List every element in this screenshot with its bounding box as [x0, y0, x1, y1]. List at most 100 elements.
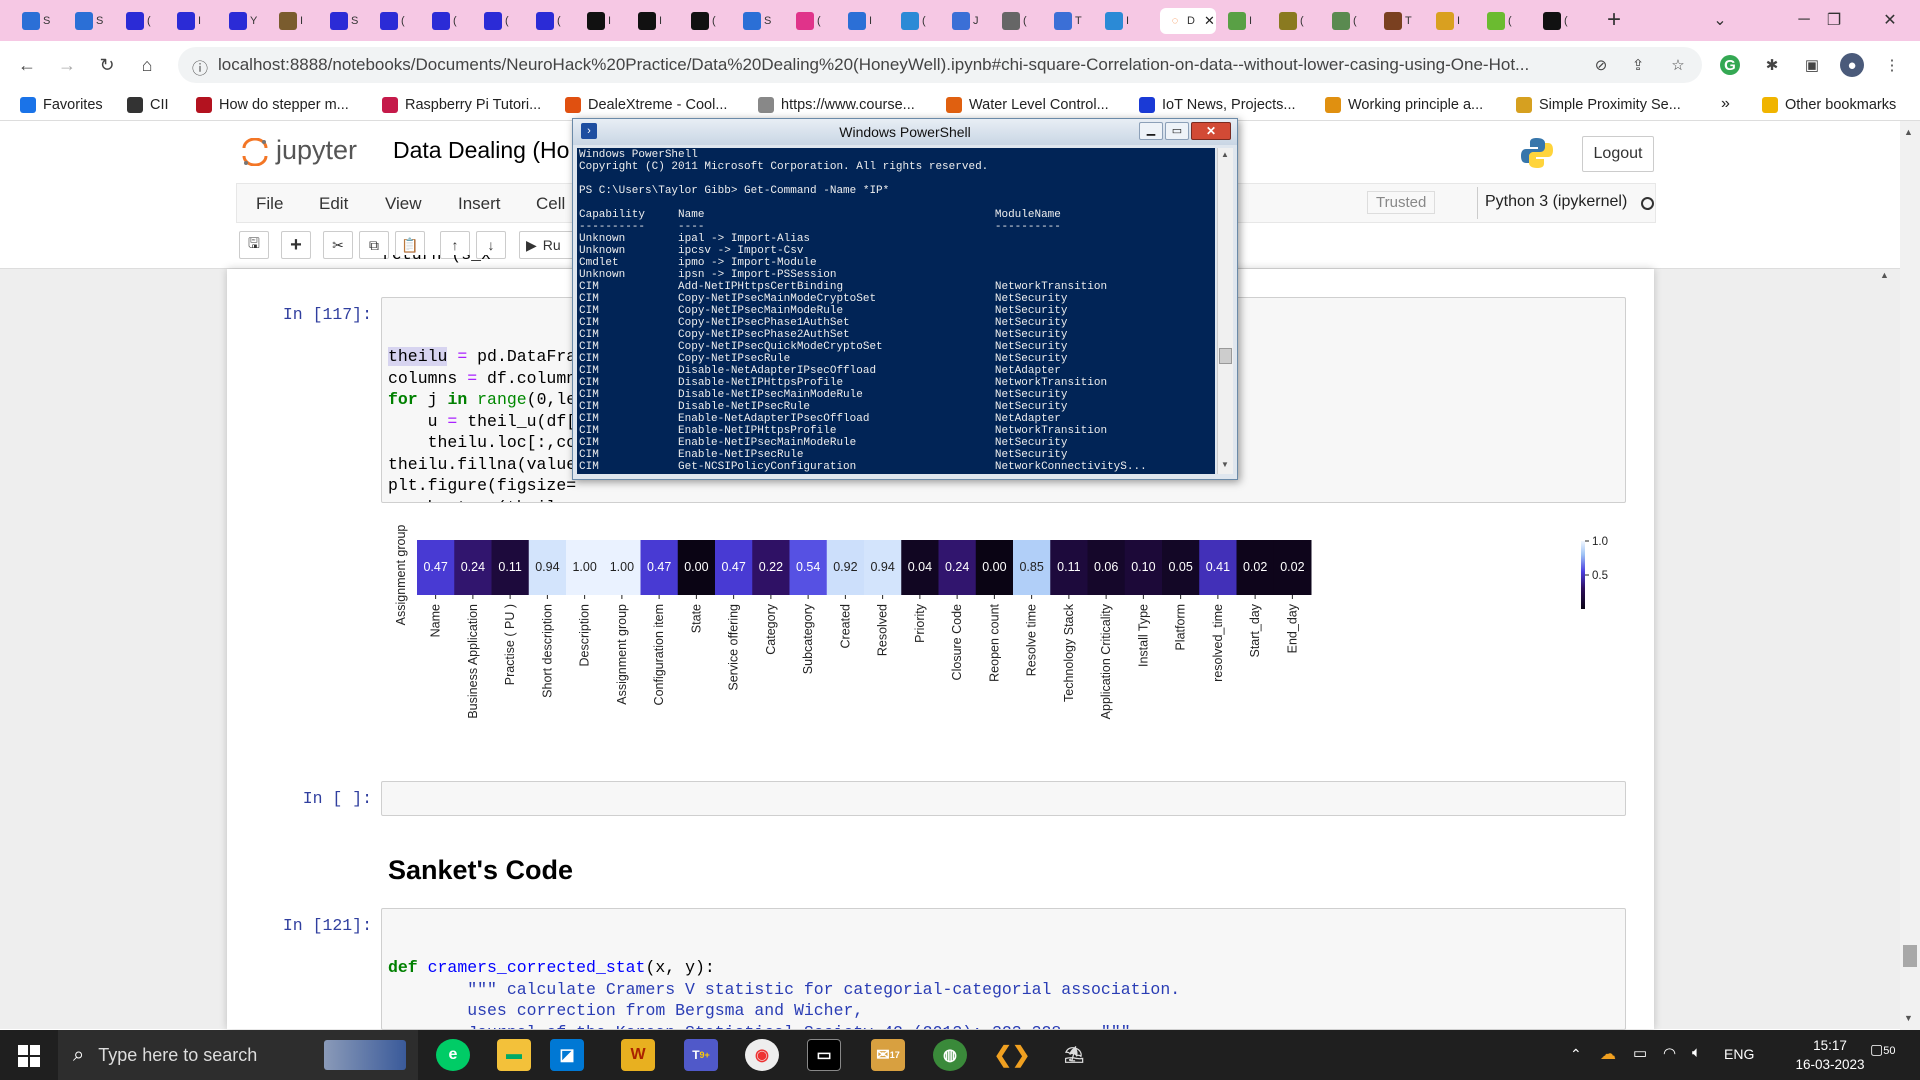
app-w-icon[interactable]: W [621, 1039, 655, 1071]
share-icon[interactable]: ⇪ [1626, 53, 1650, 77]
browser-tab[interactable]: S [737, 8, 777, 34]
browser-tab[interactable]: ( [478, 8, 518, 34]
menu-view[interactable]: View [385, 194, 422, 214]
page-scrollbar-thumb[interactable] [1903, 945, 1917, 967]
new-tab-button[interactable]: + [1600, 8, 1628, 34]
menu-file[interactable]: File [256, 194, 283, 214]
notebook-scroll-up-icon[interactable]: ▲ [1880, 270, 1889, 280]
side-panel-icon[interactable]: ▣ [1800, 53, 1824, 77]
browser-tab[interactable]: J [946, 8, 986, 34]
scroll-up-icon[interactable]: ▲ [1904, 127, 1913, 137]
bookmark-item[interactable]: CII [127, 95, 169, 115]
ps-maximize-icon[interactable]: ▭ [1165, 122, 1189, 140]
vscode-icon[interactable]: ❮❯ [994, 1039, 1031, 1071]
browser-tab[interactable]: I [632, 8, 672, 34]
more-bookmarks-icon[interactable]: » [1721, 95, 1730, 113]
browser-tab[interactable]: I [842, 8, 882, 34]
bookmark-item[interactable]: https://www.course... [758, 95, 915, 115]
grammarly-icon[interactable]: G [1720, 55, 1740, 75]
code-cell-121[interactable]: def cramers_corrected_stat(x, y): """ ca… [381, 908, 1626, 1030]
browser-tab[interactable]: I [581, 8, 621, 34]
bookmark-item[interactable]: How do stepper m... [196, 95, 349, 115]
browser-tab[interactable]: ( [1537, 8, 1577, 34]
browser-tab[interactable]: ( [1273, 8, 1313, 34]
browser-tab[interactable]: ( [1326, 8, 1366, 34]
run-button[interactable]: ▶ Ru [519, 231, 575, 259]
cut-icon[interactable]: ✂ [323, 231, 353, 259]
insert-cell-icon[interactable]: + [281, 231, 311, 259]
battery-icon[interactable]: ▭ [1633, 1044, 1647, 1062]
chrome-icon[interactable]: ◉ [745, 1039, 779, 1071]
profile-avatar[interactable]: ● [1840, 53, 1864, 77]
reload-icon[interactable]: ↻ [93, 51, 121, 79]
browser-tab[interactable]: S [324, 8, 364, 34]
browser-tab[interactable]: T [1048, 8, 1088, 34]
terminal-icon[interactable]: ▭ [807, 1039, 841, 1071]
mail-icon[interactable]: ✉ 17 [871, 1039, 905, 1071]
jupyter-logo-text[interactable]: jupyter [276, 135, 357, 166]
close-tab-icon[interactable]: ✕ [1204, 13, 1215, 29]
scroll-down-icon[interactable]: ▼ [1904, 1013, 1913, 1023]
logout-button[interactable]: Logout [1582, 136, 1654, 172]
browser-tab[interactable]: ( [996, 8, 1036, 34]
ps-minimize-icon[interactable]: ▁ [1139, 122, 1163, 140]
bookmark-item[interactable]: Raspberry Pi Tutori... [382, 95, 541, 115]
browser-tab[interactable]: ( [120, 8, 160, 34]
extensions-icon[interactable]: ✱ [1760, 53, 1784, 77]
browser-tab[interactable]: ( [374, 8, 414, 34]
tray-app-icon[interactable]: ☁ [1600, 1044, 1616, 1064]
language-indicator[interactable]: ENG [1724, 1046, 1754, 1062]
other-bookmarks-folder[interactable]: Other bookmarks [1762, 95, 1896, 115]
site-info-icon[interactable]: ⓘ [192, 55, 208, 79]
back-icon[interactable]: ← [13, 51, 41, 79]
trusted-indicator[interactable]: Trusted [1367, 191, 1436, 214]
wifi-icon[interactable]: ◠ [1663, 1044, 1676, 1062]
address-bar[interactable]: ⓘ localhost:8888/notebooks/Documents/Neu… [178, 47, 1702, 83]
browser-tab[interactable]: S [69, 8, 109, 34]
home-icon[interactable]: ⌂ [133, 51, 161, 79]
browser-tab[interactable]: ( [1481, 8, 1521, 34]
bookmark-item[interactable]: Favorites [20, 95, 103, 115]
volume-icon[interactable]: 🔈︎ [1692, 1044, 1701, 1061]
menu-insert[interactable]: Insert [458, 194, 501, 214]
page-scrollbar[interactable]: ▲ ▼ [1900, 121, 1920, 1030]
browser-tab[interactable]: ( [530, 8, 570, 34]
bookmark-star-icon[interactable]: ☆ [1666, 53, 1690, 77]
tray-chevron-icon[interactable]: ⌃ [1570, 1046, 1582, 1063]
install-app-icon[interactable]: ⊘ [1589, 53, 1613, 77]
bookmark-item[interactable]: DealeXtreme - Cool... [565, 95, 727, 115]
ps-scrollbar-thumb[interactable] [1219, 348, 1232, 364]
file-explorer-icon[interactable]: ▬ [497, 1039, 531, 1071]
anaconda-icon[interactable]: ◍ [933, 1039, 967, 1071]
browser-tab[interactable]: I [273, 8, 313, 34]
browser-menu-icon[interactable]: ⋮ [1880, 53, 1904, 77]
empty-code-cell[interactable] [381, 781, 1626, 816]
browser-tab[interactable]: I [171, 8, 211, 34]
ps-scroll-up-icon[interactable]: ▲ [1221, 150, 1229, 159]
sticky-app-icon[interactable]: ◪ [550, 1039, 584, 1071]
close-window-icon[interactable]: ✕ [1862, 0, 1918, 40]
edge-icon[interactable]: e [436, 1039, 470, 1071]
ps-scrollbar[interactable]: ▲ ▼ [1217, 148, 1233, 474]
browser-tab[interactable]: ◌ D ✕ [1160, 8, 1216, 34]
notification-icon[interactable]: ▢50 [1870, 1041, 1895, 1058]
taskbar-search-box[interactable]: ⌕ Type here to search [58, 1030, 418, 1080]
browser-tab[interactable]: ( [426, 8, 466, 34]
browser-tab[interactable]: Y [223, 8, 263, 34]
browser-tab[interactable]: ( [790, 8, 830, 34]
menu-edit[interactable]: Edit [319, 194, 348, 214]
maximize-icon[interactable]: ❐ [1806, 0, 1862, 40]
tab-search-icon[interactable]: ⌄ [1692, 0, 1748, 40]
browser-tab[interactable]: ( [895, 8, 935, 34]
powershell-window[interactable]: › Windows PowerShell ▁ ▭ ✕ Windows Power… [572, 118, 1238, 480]
bookmark-item[interactable]: IoT News, Projects... [1139, 95, 1296, 115]
browser-tab[interactable]: I [1430, 8, 1470, 34]
menu-cell[interactable]: Cell [536, 194, 565, 214]
save-icon[interactable]: 🖫 [239, 231, 269, 259]
powershell-console[interactable]: Windows PowerShell Copyright (C) 2011 Mic… [577, 148, 1215, 474]
app-icon[interactable]: ⛱ [1057, 1039, 1091, 1071]
bookmark-item[interactable]: Working principle a... [1325, 95, 1483, 115]
bookmark-item[interactable]: Water Level Control... [946, 95, 1109, 115]
browser-tab[interactable]: S [16, 8, 56, 34]
bookmark-item[interactable]: Simple Proximity Se... [1516, 95, 1681, 115]
